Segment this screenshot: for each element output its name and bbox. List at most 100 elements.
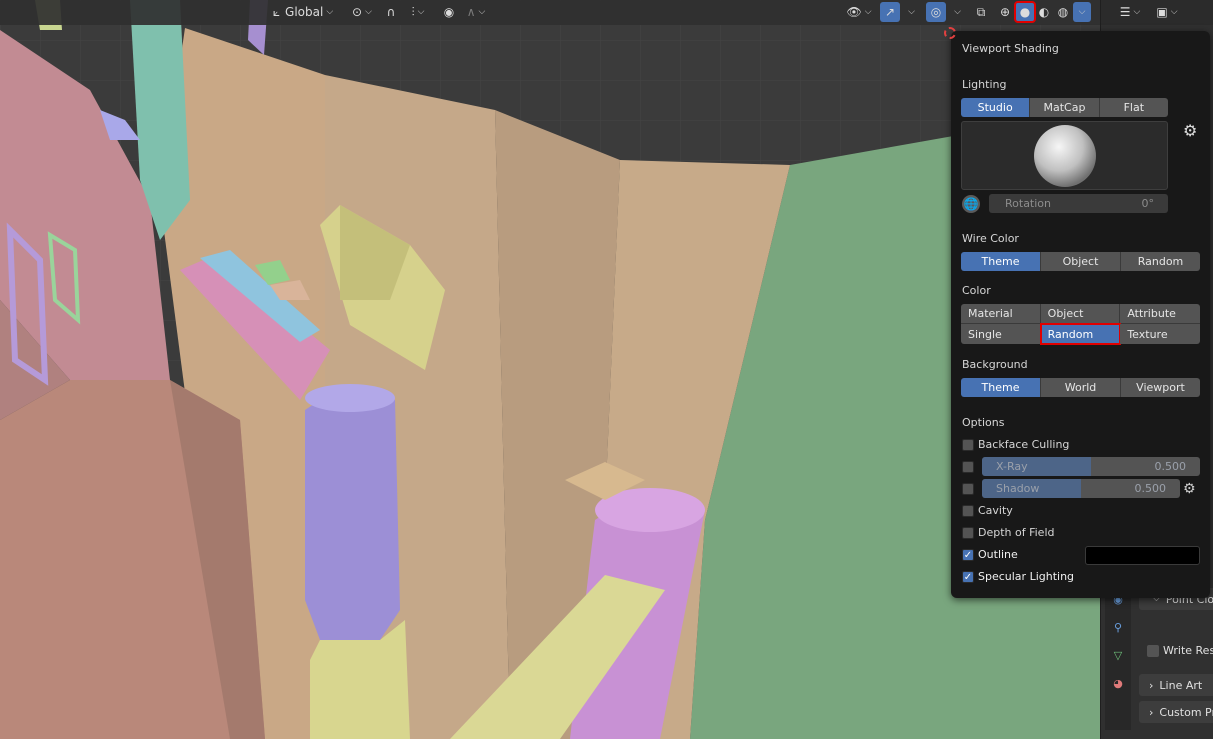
depth-of-field-label: Depth of Field — [978, 526, 1055, 539]
proportional-falloff-dropdown[interactable]: ∧ ⌵ — [462, 2, 490, 22]
xray-toggle[interactable]: ⧉ — [972, 2, 990, 22]
shadow-intensity-slider[interactable]: Shadow 0.500 — [982, 479, 1180, 498]
specular-lighting-checkbox[interactable]: ✓ — [962, 571, 974, 583]
checkmark-icon: ✓ — [963, 571, 973, 583]
chevron-down-icon: ⌵ — [1078, 7, 1086, 17]
tab-data[interactable]: ▽ — [1111, 648, 1125, 662]
outline-color-swatch[interactable] — [1085, 546, 1200, 565]
color-object-button[interactable]: Object — [1040, 304, 1121, 324]
wire-color-selector: Theme Object Random — [961, 252, 1200, 271]
preferences-gear-icon[interactable]: ⚙ — [1183, 121, 1197, 140]
shadow-settings-gear-icon[interactable]: ⚙ — [1183, 481, 1196, 497]
backface-culling-checkbox[interactable] — [962, 439, 974, 451]
orientation-icon: ⟀ — [272, 4, 281, 19]
snap-increment-icon: ⫶ — [411, 4, 415, 19]
wire-color-label: Wire Color — [962, 232, 1019, 245]
eye-icon: 👁 — [846, 5, 862, 19]
color-material-button[interactable]: Material — [961, 304, 1041, 324]
solid-shading-button[interactable]: ● — [1014, 1, 1036, 23]
world-space-lighting-icon[interactable]: 🌐 — [962, 195, 980, 213]
overlays-icon: ◎ — [930, 5, 942, 19]
material-preview-shading-button[interactable]: ◐ — [1035, 2, 1053, 22]
image-icon: ▣ — [1156, 5, 1168, 19]
viewport-shading-popover: Viewport Shading Lighting Studio MatCap … — [951, 31, 1210, 598]
3d-viewport[interactable]: ⟀ Global ⌵ ⊙ ⌵ ∩ ⫶ ⌵ ◉ ∧ ⌵ 👁 ⌵ ↗ ⌵ ◎ ⌵ ⧉… — [0, 0, 1100, 739]
chevron-down-icon: ⌵ — [954, 7, 961, 17]
background-theme-button[interactable]: Theme — [961, 378, 1041, 397]
tab-material[interactable]: ◕ — [1111, 676, 1125, 690]
overlays-dropdown[interactable]: ⌵ — [947, 2, 965, 22]
line-art-panel[interactable]: › Line Art — [1139, 674, 1213, 696]
xray-value: 0.500 — [1154, 460, 1187, 473]
background-label: Background — [962, 358, 1028, 371]
shadow-label: Shadow — [996, 482, 1040, 495]
rotation-slider[interactable]: Rotation 0° — [989, 194, 1168, 213]
studio-sphere-preview — [1034, 125, 1096, 187]
lighting-label: Lighting — [962, 78, 1007, 91]
solid-sphere-icon: ● — [1019, 5, 1031, 19]
pivot-icon: ⊙ — [352, 5, 363, 19]
color-random-button[interactable]: Random — [1039, 323, 1122, 345]
shadow-value: 0.500 — [1134, 482, 1167, 495]
shading-options-dropdown[interactable]: ⌵ — [1073, 2, 1091, 22]
wire-color-theme-button[interactable]: Theme — [961, 252, 1041, 271]
specular-lighting-label: Specular Lighting — [978, 570, 1075, 583]
lighting-studio-button[interactable]: Studio — [961, 98, 1031, 117]
outline-checkbox[interactable]: ✓ — [962, 549, 974, 561]
tab-constraints[interactable]: ⚲ — [1111, 620, 1125, 634]
studio-light-preview[interactable] — [961, 121, 1168, 190]
chevron-down-icon: ⌵ — [1133, 7, 1141, 17]
color-texture-button[interactable]: Texture — [1120, 324, 1200, 344]
background-viewport-button[interactable]: Viewport — [1121, 378, 1200, 397]
chevron-down-icon: ⌵ — [1170, 7, 1178, 17]
cavity-label: Cavity — [978, 504, 1013, 517]
display-mode-dropdown[interactable]: ▣ ⌵ — [1151, 2, 1183, 22]
color-single-button[interactable]: Single — [961, 324, 1041, 344]
gizmo-toggle[interactable]: ↗ — [880, 2, 900, 22]
wire-color-object-button[interactable]: Object — [1041, 252, 1121, 271]
transform-orientation-label: Global — [285, 5, 324, 19]
color-attribute-button[interactable]: Attribute — [1120, 304, 1200, 324]
outline-label: Outline — [978, 548, 1018, 561]
lighting-selector: Studio MatCap Flat — [961, 98, 1168, 117]
depth-of-field-checkbox[interactable] — [962, 527, 974, 539]
rendered-shading-button[interactable]: ◍ — [1054, 2, 1072, 22]
chevron-down-icon: ⌵ — [365, 7, 372, 17]
xray-checkbox[interactable] — [962, 461, 974, 473]
options-label: Options — [962, 416, 1005, 429]
gizmo-dropdown[interactable]: ⌵ — [901, 2, 919, 22]
editor-type-dropdown[interactable]: ☰ ⌵ — [1115, 2, 1145, 22]
viewport-scene[interactable] — [0, 0, 1100, 739]
background-world-button[interactable]: World — [1041, 378, 1121, 397]
backface-culling-label: Backface Culling — [978, 438, 1070, 451]
wireframe-shading-button[interactable]: ⊕ — [996, 2, 1014, 22]
cavity-checkbox[interactable] — [962, 505, 974, 517]
rendered-sphere-icon: ◍ — [1057, 5, 1069, 19]
outliner-icon: ☰ — [1119, 5, 1131, 19]
visibility-dropdown[interactable]: 👁 ⌵ — [844, 2, 874, 22]
falloff-curve-icon: ∧ — [466, 5, 476, 19]
constraints-icon: ⚲ — [1113, 620, 1123, 634]
lighting-matcap-button[interactable]: MatCap — [1030, 98, 1100, 117]
snap-toggle[interactable]: ∩ — [382, 2, 400, 22]
lighting-flat-button[interactable]: Flat — [1099, 98, 1168, 117]
custom-properties-panel[interactable]: › Custom Prop — [1139, 701, 1213, 723]
shadow-checkbox[interactable] — [962, 483, 974, 495]
3d-cursor-icon — [944, 27, 956, 39]
material-sphere-icon: ◐ — [1038, 5, 1050, 19]
wire-color-random-button[interactable]: Random — [1121, 252, 1200, 271]
overlays-toggle[interactable]: ◎ — [926, 2, 946, 22]
xray-alpha-slider[interactable]: X-Ray 0.500 — [982, 457, 1200, 476]
snap-target-dropdown[interactable]: ⫶ ⌵ — [402, 2, 434, 22]
xray-icon: ⧉ — [976, 4, 986, 19]
write-result-checkbox[interactable] — [1147, 645, 1159, 657]
chevron-down-icon: ⌵ — [908, 7, 915, 17]
proportional-editing-toggle[interactable]: ◉ — [440, 2, 458, 22]
custom-properties-label: Custom Prop — [1159, 705, 1213, 719]
pivot-point-dropdown[interactable]: ⊙ ⌵ — [346, 2, 378, 22]
rotation-value: 0° — [1141, 197, 1155, 210]
xray-label: X-Ray — [996, 460, 1028, 473]
transform-orientation-dropdown[interactable]: ⟀ Global ⌵ — [266, 2, 340, 22]
checkmark-icon: ✓ — [963, 549, 973, 561]
data-icon: ▽ — [1113, 648, 1123, 662]
